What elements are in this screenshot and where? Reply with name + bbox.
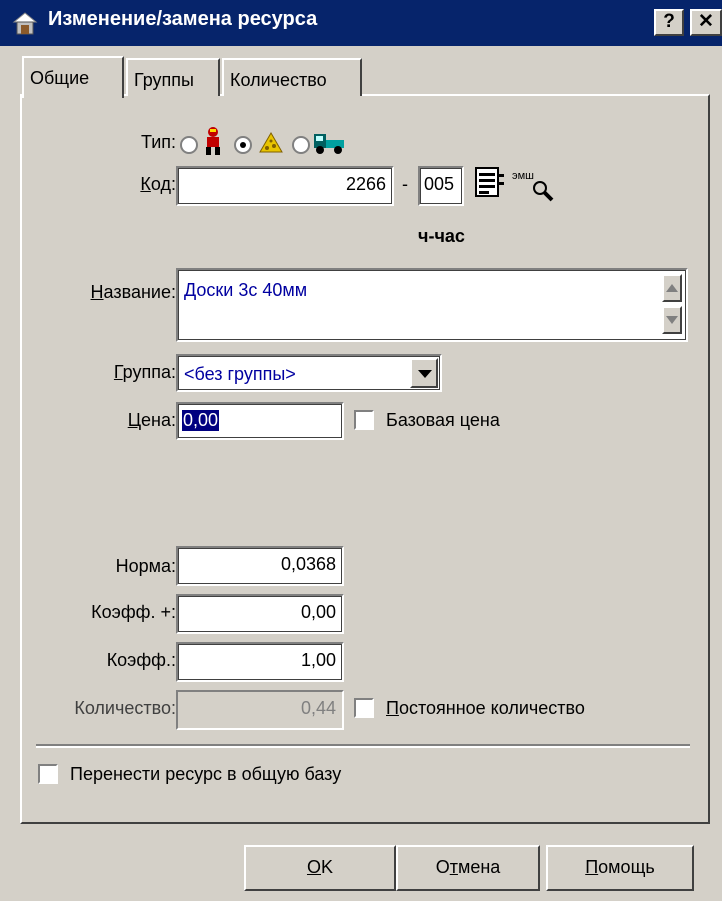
const-quantity-checkbox[interactable]	[354, 698, 374, 718]
help-button[interactable]: Помощь	[546, 845, 694, 891]
worker-icon	[206, 127, 220, 155]
coef-plus-value: 0,00	[300, 602, 336, 622]
group-label: Группа:	[113, 362, 176, 382]
search-magnifier-icon[interactable]	[530, 178, 558, 206]
name-label: Название:	[90, 282, 176, 302]
window-title: Изменение/замена ресурса	[48, 8, 318, 30]
coef-value: 1,00	[300, 650, 336, 670]
transfer-label: Перенести ресурс в общую базу	[70, 764, 342, 784]
scroll-up-arrow-icon	[666, 284, 678, 292]
const-quantity-label: Постоянное количество	[386, 698, 585, 718]
name-value: Доски 3с 40мм	[184, 280, 308, 300]
price-value: 0,00	[182, 410, 220, 431]
tab-quantity-label: Количество	[230, 70, 327, 90]
group-value: <без группы>	[184, 364, 296, 384]
quantity-label: Количество:	[74, 698, 176, 718]
type-radio-material[interactable]	[234, 136, 252, 154]
scroll-down-arrow-icon	[666, 316, 678, 324]
machine-truck-icon	[314, 134, 344, 154]
cancel-button[interactable]: Отмена	[396, 845, 540, 891]
type-radio-worker[interactable]	[180, 136, 198, 154]
quantity-input: 0,44	[176, 690, 344, 730]
name-textarea[interactable]: Доски 3с 40мм	[176, 268, 688, 342]
coef-input[interactable]: 1,00	[176, 642, 344, 682]
close-title-button[interactable]: ✕	[690, 9, 722, 36]
group-dropdown-button[interactable]	[410, 358, 438, 388]
code-suffix-value: 005	[424, 174, 455, 194]
coef-plus-input[interactable]: 0,00	[176, 594, 344, 634]
type-label: Тип:	[140, 132, 176, 152]
base-price-checkbox[interactable]	[354, 410, 374, 430]
code-suffix-input[interactable]: 005	[418, 166, 464, 206]
code-separator: -	[402, 174, 408, 194]
norm-value: 0,0368	[280, 554, 336, 574]
coef-plus-label: Коэфф. +:	[91, 602, 176, 622]
tab-groups-label: Группы	[134, 70, 194, 90]
code-value: 2266	[345, 174, 386, 194]
norm-label: Норма:	[115, 556, 176, 576]
chevron-down-icon	[418, 370, 432, 378]
title-bar: Изменение/замена ресурса ? ✕	[0, 0, 722, 46]
price-input[interactable]: 0,00	[176, 402, 344, 440]
base-price-label: Базовая цена	[386, 410, 500, 430]
tab-groups[interactable]: Группы	[126, 58, 220, 96]
group-select[interactable]: <без группы>	[176, 354, 442, 392]
coef-label: Коэфф.:	[106, 650, 176, 670]
unit-text: ч-час	[418, 226, 465, 246]
window-app-icon	[12, 12, 38, 35]
help-title-button[interactable]: ?	[654, 9, 684, 36]
material-pile-icon	[259, 132, 283, 153]
code-input[interactable]: 2266	[176, 166, 394, 206]
price-label: Цена:	[127, 410, 176, 430]
tab-quantity[interactable]: Количество	[222, 58, 362, 96]
name-scroll-up-button[interactable]	[662, 274, 682, 302]
ok-button[interactable]: ОK	[244, 845, 396, 891]
list-picker-icon[interactable]	[474, 166, 506, 200]
norm-input[interactable]: 0,0368	[176, 546, 344, 586]
quantity-value: 0,44	[300, 698, 336, 718]
tab-general[interactable]: Общие	[22, 56, 124, 98]
divider	[36, 744, 690, 748]
name-scroll-down-button[interactable]	[662, 306, 682, 334]
transfer-checkbox[interactable]	[38, 764, 58, 784]
type-radio-machine[interactable]	[292, 136, 310, 154]
tab-general-label: Общие	[30, 68, 90, 88]
code-label: Код:	[140, 174, 176, 194]
